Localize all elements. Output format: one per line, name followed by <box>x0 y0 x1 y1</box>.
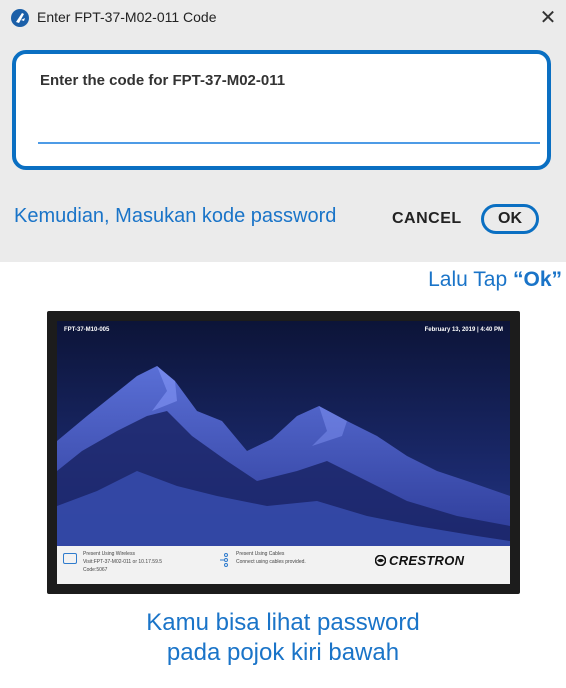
caption-line-1: Kamu bisa lihat password <box>146 609 420 636</box>
title-bar: Enter FPT-37-M02-011 Code ✕ <box>0 0 566 36</box>
wireless-code: Code:5067 <box>83 567 108 573</box>
ok-button[interactable]: OK <box>481 204 539 234</box>
close-icon[interactable]: ✕ <box>534 4 562 32</box>
wireless-icon <box>63 553 77 564</box>
caption-line-2: pada pojok kiri bawah <box>166 639 400 666</box>
cables-note: Connect using cables provided. <box>236 559 306 565</box>
instruction-tap-prefix: Lalu Tap <box>428 268 513 291</box>
tv-date-time: February 13, 2019 | 4:40 PM <box>424 327 503 333</box>
tv-info-bar: Present Using Wireless Visit:FPT-37-M02-… <box>57 546 510 584</box>
instruction-enter-code: Kemudian, Masukan kode password <box>14 205 337 227</box>
crestron-logo-icon <box>375 555 386 566</box>
code-dialog: Enter FPT-37-M02-011 Code ✕ Enter the co… <box>0 0 566 262</box>
code-input[interactable] <box>38 110 540 144</box>
mountain-background <box>57 321 510 584</box>
cable-icon <box>220 553 228 567</box>
app-icon <box>11 9 29 27</box>
code-entry-panel: Enter the code for FPT-37-M02-011 <box>12 50 551 170</box>
cables-heading: Present Using Cables <box>236 551 285 557</box>
tv-screen: FPT-37-M10-005 February 13, 2019 | 4:40 … <box>57 321 510 584</box>
wireless-heading: Present Using Wireless <box>83 551 135 557</box>
code-prompt: Enter the code for FPT-37-M02-011 <box>40 72 286 89</box>
crestron-brand: CRESTRON <box>389 553 465 568</box>
cancel-button[interactable]: CANCEL <box>392 210 462 228</box>
tv-display: FPT-37-M10-005 February 13, 2019 | 4:40 … <box>47 311 520 594</box>
instruction-tap-ok: Lalu Tap “Ok” <box>428 268 562 292</box>
dialog-title: Enter FPT-37-M02-011 Code <box>37 9 217 25</box>
instruction-tap-emphasis: “Ok” <box>512 268 562 291</box>
wireless-visit: Visit:FPT-37-M02-011 or 10.17.59.5 <box>83 559 163 565</box>
tv-room-name: FPT-37-M10-005 <box>64 327 110 333</box>
